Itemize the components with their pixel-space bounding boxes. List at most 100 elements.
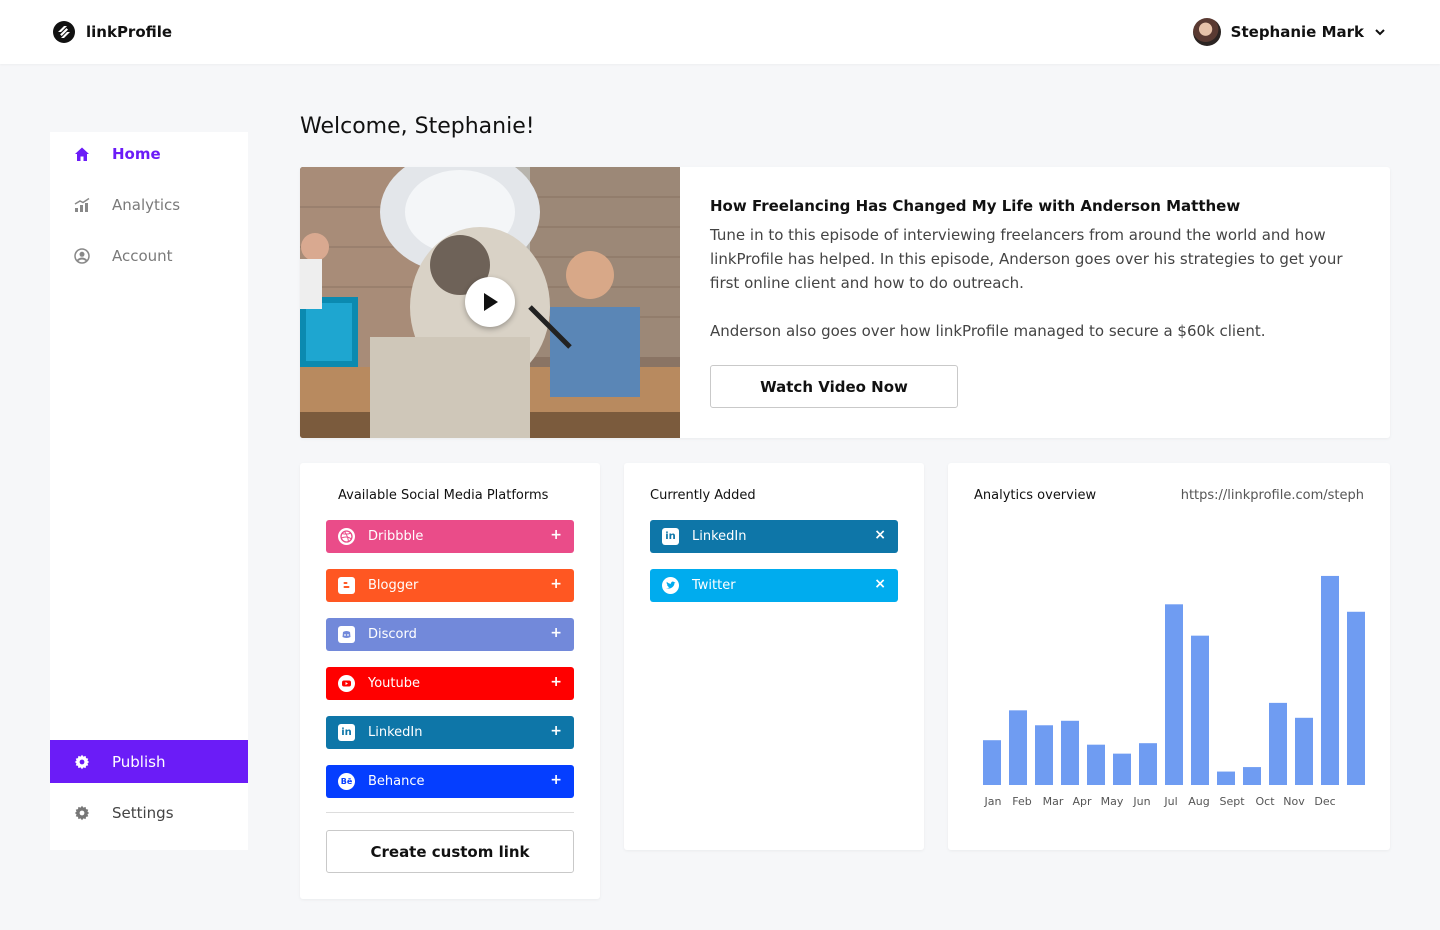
platform-label: Youtube	[368, 676, 420, 691]
currently-added-card: Currently Added in LinkedIn × Twitter ×	[624, 463, 924, 850]
add-icon[interactable]: +	[550, 674, 562, 690]
remove-icon[interactable]: ×	[874, 576, 886, 592]
page-title: Welcome, Stephanie!	[300, 114, 535, 139]
chart-x-tick-label: Feb	[1012, 795, 1031, 808]
chart-x-tick-label: Jan	[984, 795, 1002, 808]
added-twitter[interactable]: Twitter ×	[650, 569, 898, 602]
chart-bar	[1035, 725, 1053, 785]
video-description-extra: Anderson also goes over how linkProfile …	[710, 322, 1266, 340]
chart-x-tick-label: Apr	[1072, 795, 1092, 808]
sidebar-item-settings[interactable]: Settings	[50, 791, 248, 834]
sidebar-item-home[interactable]: Home	[50, 132, 248, 175]
platform-youtube[interactable]: Youtube +	[326, 667, 574, 700]
chart-bar	[1061, 720, 1079, 785]
chart-x-tick-label: Jun	[1132, 795, 1150, 808]
sidebar-item-label: Account	[112, 246, 173, 265]
platform-dribbble[interactable]: Dribbble +	[326, 520, 574, 553]
user-name: Stephanie Mark	[1230, 23, 1364, 41]
discord-icon	[338, 626, 355, 643]
sidebar-item-label: Analytics	[112, 195, 181, 214]
avatar	[1192, 18, 1221, 46]
logo[interactable]: linkProfile	[52, 20, 172, 44]
chart-x-tick-label: Nov	[1283, 795, 1305, 808]
chart-x-tick-label: Jul	[1163, 795, 1177, 808]
youtube-icon	[338, 675, 355, 692]
video-card: How Freelancing Has Changed My Life with…	[300, 167, 1390, 438]
sidebar: Home Analytics Account Publish Settings	[50, 114, 248, 850]
chart-bar	[1269, 702, 1287, 785]
linkedin-icon: in	[662, 528, 679, 545]
platforms-card: Available Social Media Platforms Dribbbl…	[300, 463, 600, 899]
create-custom-link-button[interactable]: Create custom link	[326, 830, 574, 873]
platform-discord[interactable]: Discord +	[326, 618, 574, 651]
platform-label: LinkedIn	[692, 529, 747, 544]
chart-x-tick-label: Oct	[1255, 795, 1275, 808]
linkedin-icon: in	[338, 724, 355, 741]
add-icon[interactable]: +	[550, 625, 562, 641]
chart-bar	[1347, 611, 1365, 785]
chart-x-tick-label: May	[1101, 795, 1124, 808]
play-button[interactable]	[465, 277, 515, 327]
chart-bar	[1191, 635, 1209, 785]
divider	[326, 812, 574, 813]
chart-bar	[1243, 767, 1261, 785]
play-icon	[484, 293, 498, 311]
sidebar-item-label: Home	[112, 144, 161, 163]
chart-bar	[1087, 744, 1105, 785]
gear-icon	[74, 754, 90, 770]
watch-video-button[interactable]: Watch Video Now	[710, 365, 958, 408]
account-icon	[74, 247, 90, 264]
platform-label: Discord	[368, 627, 417, 642]
sidebar-spacer	[50, 114, 248, 132]
platform-label: Dribbble	[368, 529, 424, 544]
chart-x-tick-label: Aug	[1188, 795, 1209, 808]
sidebar-item-account[interactable]: Account	[50, 234, 248, 277]
chart-bar	[1139, 743, 1157, 785]
twitter-icon	[662, 577, 679, 594]
chevron-down-icon	[1375, 29, 1385, 36]
top-bar: linkProfile Stephanie Mark	[0, 0, 1440, 64]
added-linkedin[interactable]: in LinkedIn ×	[650, 520, 898, 553]
gear-icon	[74, 805, 90, 821]
platform-behance[interactable]: Bē Behance +	[326, 765, 574, 798]
dribbble-icon	[338, 528, 355, 545]
analytics-bar-chart: Jan Feb Mar Apr May Jun Jul Aug Sept Oct Nov Dec	[983, 575, 1365, 808]
platforms-title: Available Social Media Platforms	[338, 488, 549, 503]
platform-label: LinkedIn	[368, 725, 423, 740]
video-title: How Freelancing Has Changed My Life with…	[710, 197, 1241, 215]
chart-bar	[1113, 753, 1131, 785]
blogger-icon	[338, 577, 355, 594]
analytics-title: Analytics overview	[974, 488, 1097, 503]
home-icon	[74, 146, 90, 162]
profile-url[interactable]: https://linkprofile.com/steph	[1181, 488, 1364, 503]
sidebar-item-label: Publish	[112, 752, 166, 771]
chart-bar	[1217, 771, 1235, 785]
chart-bar	[1295, 717, 1313, 785]
video-description: Tune in to this episode of interviewing …	[710, 226, 1343, 292]
platform-blogger[interactable]: Blogger +	[326, 569, 574, 602]
video-thumbnail[interactable]	[300, 167, 680, 438]
sidebar-item-label: Settings	[112, 803, 174, 822]
add-icon[interactable]: +	[550, 772, 562, 788]
analytics-icon	[74, 197, 90, 213]
currently-added-title: Currently Added	[650, 488, 756, 503]
chart-bar	[1165, 604, 1183, 785]
add-icon[interactable]: +	[550, 723, 562, 739]
sidebar-item-analytics[interactable]: Analytics	[50, 183, 248, 226]
sidebar-item-publish[interactable]: Publish	[50, 740, 248, 783]
chart-bar	[1321, 575, 1339, 785]
add-icon[interactable]: +	[550, 527, 562, 543]
behance-icon: Bē	[338, 773, 355, 790]
platform-label: Blogger	[368, 578, 419, 593]
analytics-card: Analytics overview https://linkprofile.c…	[948, 463, 1390, 850]
add-icon[interactable]: +	[550, 576, 562, 592]
chart-x-tick-label: Dec	[1314, 795, 1335, 808]
logo-icon	[53, 21, 75, 43]
chart-bar	[1009, 710, 1027, 785]
platform-linkedin[interactable]: in LinkedIn +	[326, 716, 574, 749]
chart-x-tick-label: Mar	[1043, 795, 1064, 808]
platform-label: Behance	[368, 774, 425, 789]
user-menu[interactable]: Stephanie Mark	[1192, 18, 1386, 46]
remove-icon[interactable]: ×	[874, 527, 886, 543]
chart-x-tick-label: Sept	[1219, 795, 1245, 808]
